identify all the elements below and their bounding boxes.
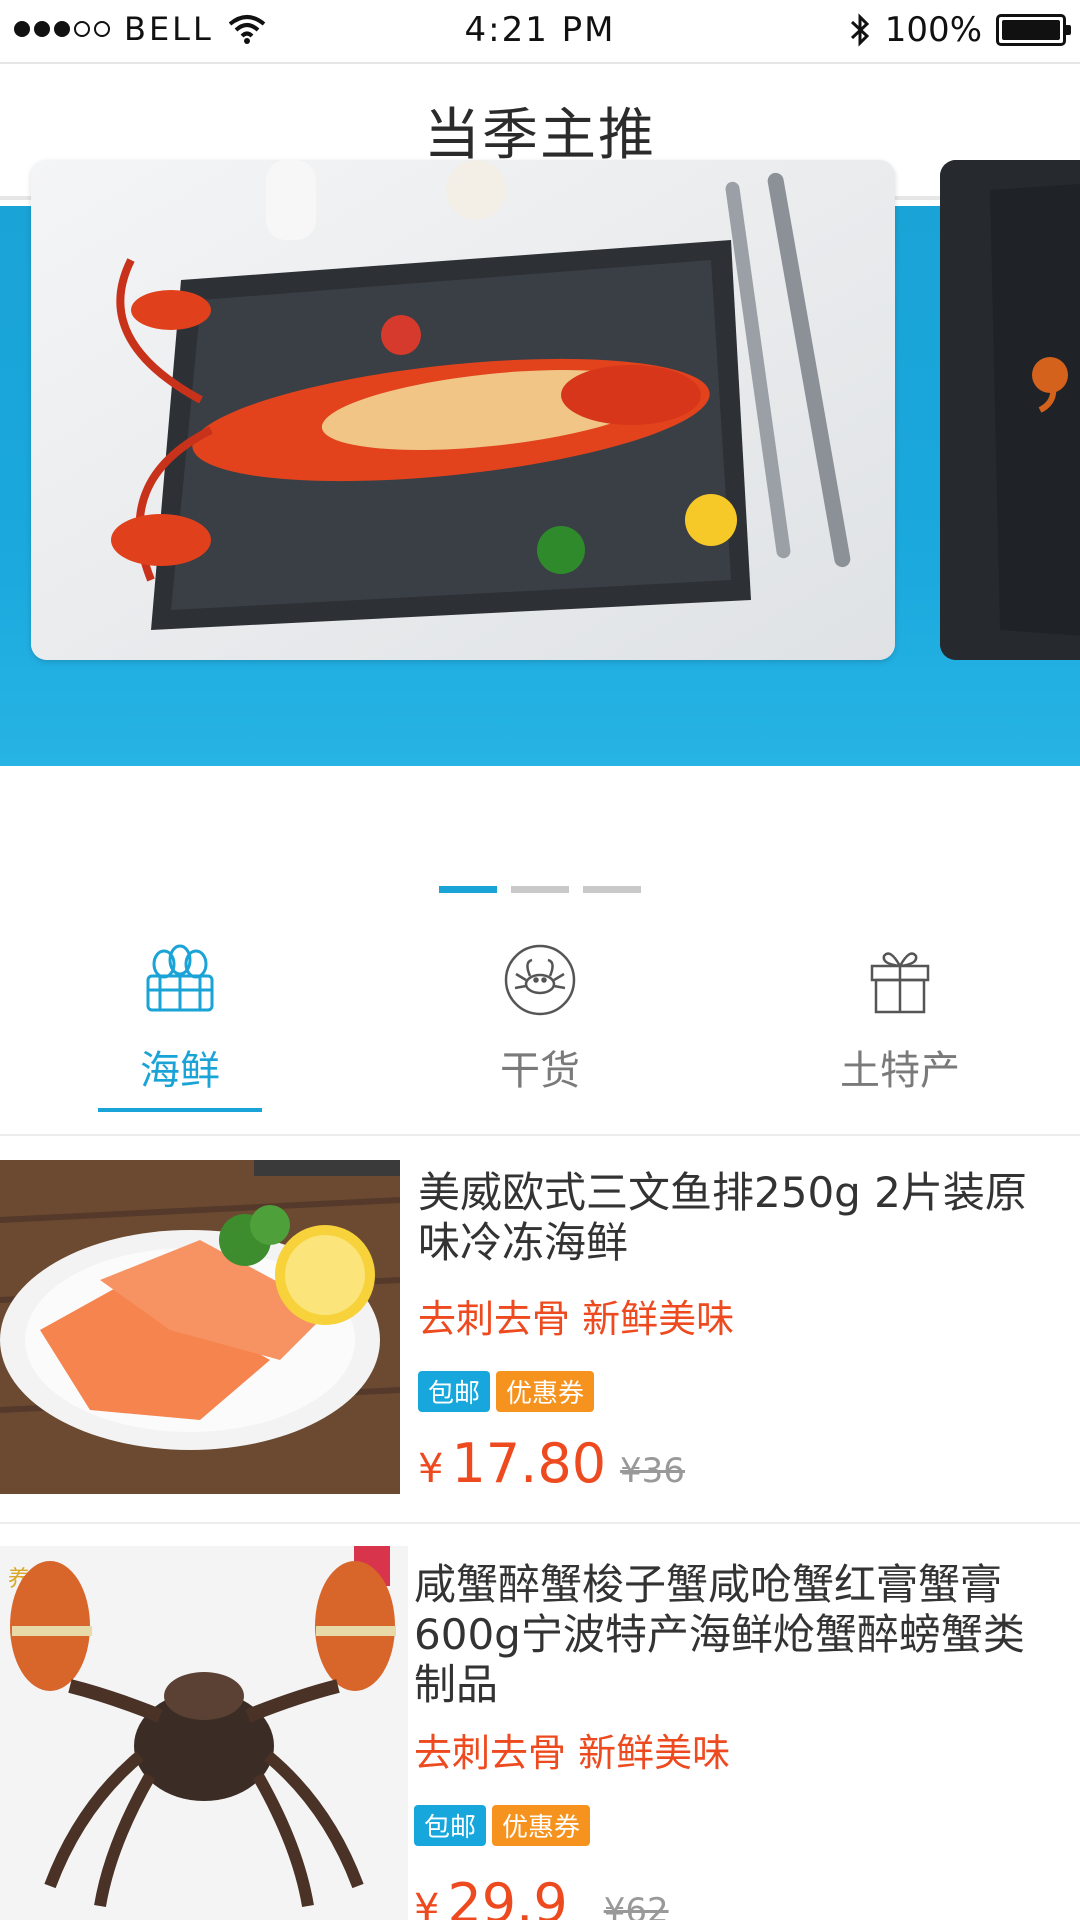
banner-pager: [0, 886, 1080, 893]
banner-bottom-bg: [0, 766, 1080, 866]
original-price: ¥36: [620, 1451, 685, 1491]
product-badges: 包邮 优惠券: [414, 1805, 1060, 1846]
free-shipping-badge: 包邮: [414, 1805, 487, 1846]
tab-dried-goods[interactable]: 干货: [360, 930, 720, 1130]
gift-icon: [870, 952, 930, 1014]
free-shipping-badge: 包邮: [418, 1371, 491, 1412]
product-image-salmon[interactable]: [0, 1160, 400, 1494]
price-row: ¥ 17.80 ¥36: [418, 1432, 1060, 1495]
battery-icon: [996, 14, 1071, 46]
seafood-basket-icon: [146, 944, 214, 1012]
product-info: 咸蟹醉蟹梭子蟹咸呛蟹红膏蟹膏600g宁波特产海鲜炝蟹醉螃蟹类制品 去刺去骨 新鲜…: [414, 1560, 1060, 1920]
product-info: 美威欧式三文鱼排250g 2片装原味冷冻海鲜 去刺去骨 新鲜美味 包邮 优惠券 …: [418, 1168, 1060, 1495]
currency-symbol: ¥: [418, 1446, 444, 1492]
coupon-badge: 优惠券: [492, 1805, 591, 1846]
tab-local-specialty[interactable]: 土特产: [720, 930, 1080, 1130]
pager-dot-1[interactable]: [439, 886, 497, 893]
price-row: ¥ 29.9 ¥62: [414, 1872, 1060, 1920]
category-tabs: 海鲜 干货 土特产: [0, 930, 1080, 1130]
tab-seafood-label: 海鲜: [140, 1048, 220, 1094]
product-divider: [0, 1522, 1080, 1524]
product-card[interactable]: 美威欧式三文鱼排250g 2片装原味冷冻海鲜 去刺去骨 新鲜美味 包邮 优惠券 …: [0, 1160, 1080, 1510]
product-title[interactable]: 美威欧式三文鱼排250g 2片装原味冷冻海鲜: [418, 1168, 1060, 1268]
product-tagline: 去刺去骨 新鲜美味: [418, 1297, 735, 1341]
banner-slide-lobster-dish[interactable]: [31, 160, 895, 660]
pager-dot-3[interactable]: [583, 886, 641, 893]
original-price: ¥62: [603, 1891, 669, 1920]
page: BELL 4:21 PM 100% 当季主推 海鲜 干货 土特产 美威欧式三文鱼…: [0, 0, 1080, 1920]
page-title: 当季主推: [424, 102, 656, 168]
battery-percent: 100%: [884, 10, 982, 50]
active-tab-indicator: [98, 1108, 262, 1112]
coupon-badge: 优惠券: [496, 1371, 595, 1412]
product-image-crab[interactable]: 养: [0, 1546, 408, 1920]
product-title[interactable]: 咸蟹醉蟹梭子蟹咸呛蟹红膏蟹膏600g宁波特产海鲜炝蟹醉螃蟹类制品: [414, 1560, 1060, 1710]
tabs-divider: [0, 1134, 1080, 1136]
status-bar: BELL 4:21 PM 100%: [0, 0, 1080, 62]
tab-local-specialty-label: 土特产: [840, 1048, 960, 1094]
bluetooth-icon: [850, 13, 869, 47]
banner-slide-next[interactable]: [940, 160, 1080, 660]
product-price: 29.9: [447, 1872, 568, 1920]
product-badges: 包邮 优惠券: [418, 1371, 1060, 1412]
product-card[interactable]: 养 咸蟹醉蟹梭子蟹咸呛蟹红膏蟹膏600g宁波特产海鲜炝蟹醉螃蟹类制品 去刺去骨 …: [0, 1546, 1080, 1920]
tab-seafood[interactable]: 海鲜: [0, 930, 360, 1130]
tab-dried-goods-label: 干货: [500, 1048, 580, 1094]
product-tagline: 去刺去骨 新鲜美味: [414, 1731, 731, 1775]
pager-dot-2[interactable]: [511, 886, 569, 893]
product-price: 17.80: [451, 1432, 607, 1495]
currency-symbol: ¥: [414, 1886, 440, 1920]
crab-icon: [504, 944, 576, 1016]
